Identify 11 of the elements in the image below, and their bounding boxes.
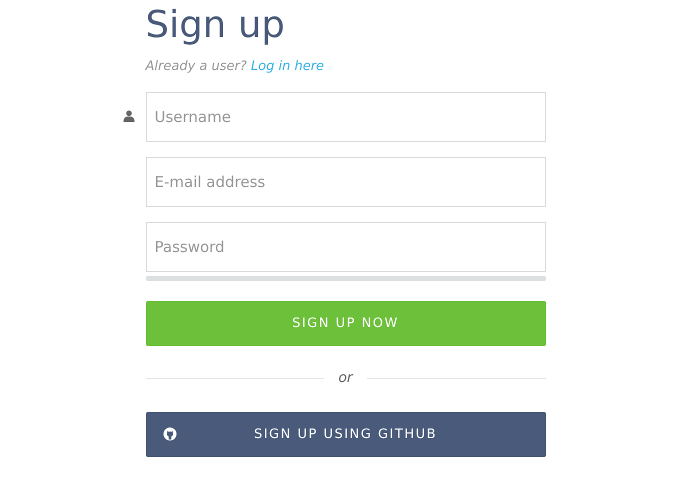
input-field[interactable]: E-mail address xyxy=(146,157,546,207)
page-title: Sign up xyxy=(146,3,286,47)
login-prompt: Already a user? Log in here xyxy=(146,59,326,74)
input-field[interactable]: Username xyxy=(146,92,546,142)
github-icon xyxy=(162,427,176,441)
sign-up-button[interactable]: SIGN UP NOW xyxy=(146,301,546,346)
github-button[interactable]: SIGN UP USING GITHUB xyxy=(146,412,546,457)
divider-text: or xyxy=(338,370,353,386)
user-icon xyxy=(122,110,134,122)
login-link[interactable]: Log in here xyxy=(250,59,324,74)
input-field[interactable]: Password xyxy=(146,222,546,272)
